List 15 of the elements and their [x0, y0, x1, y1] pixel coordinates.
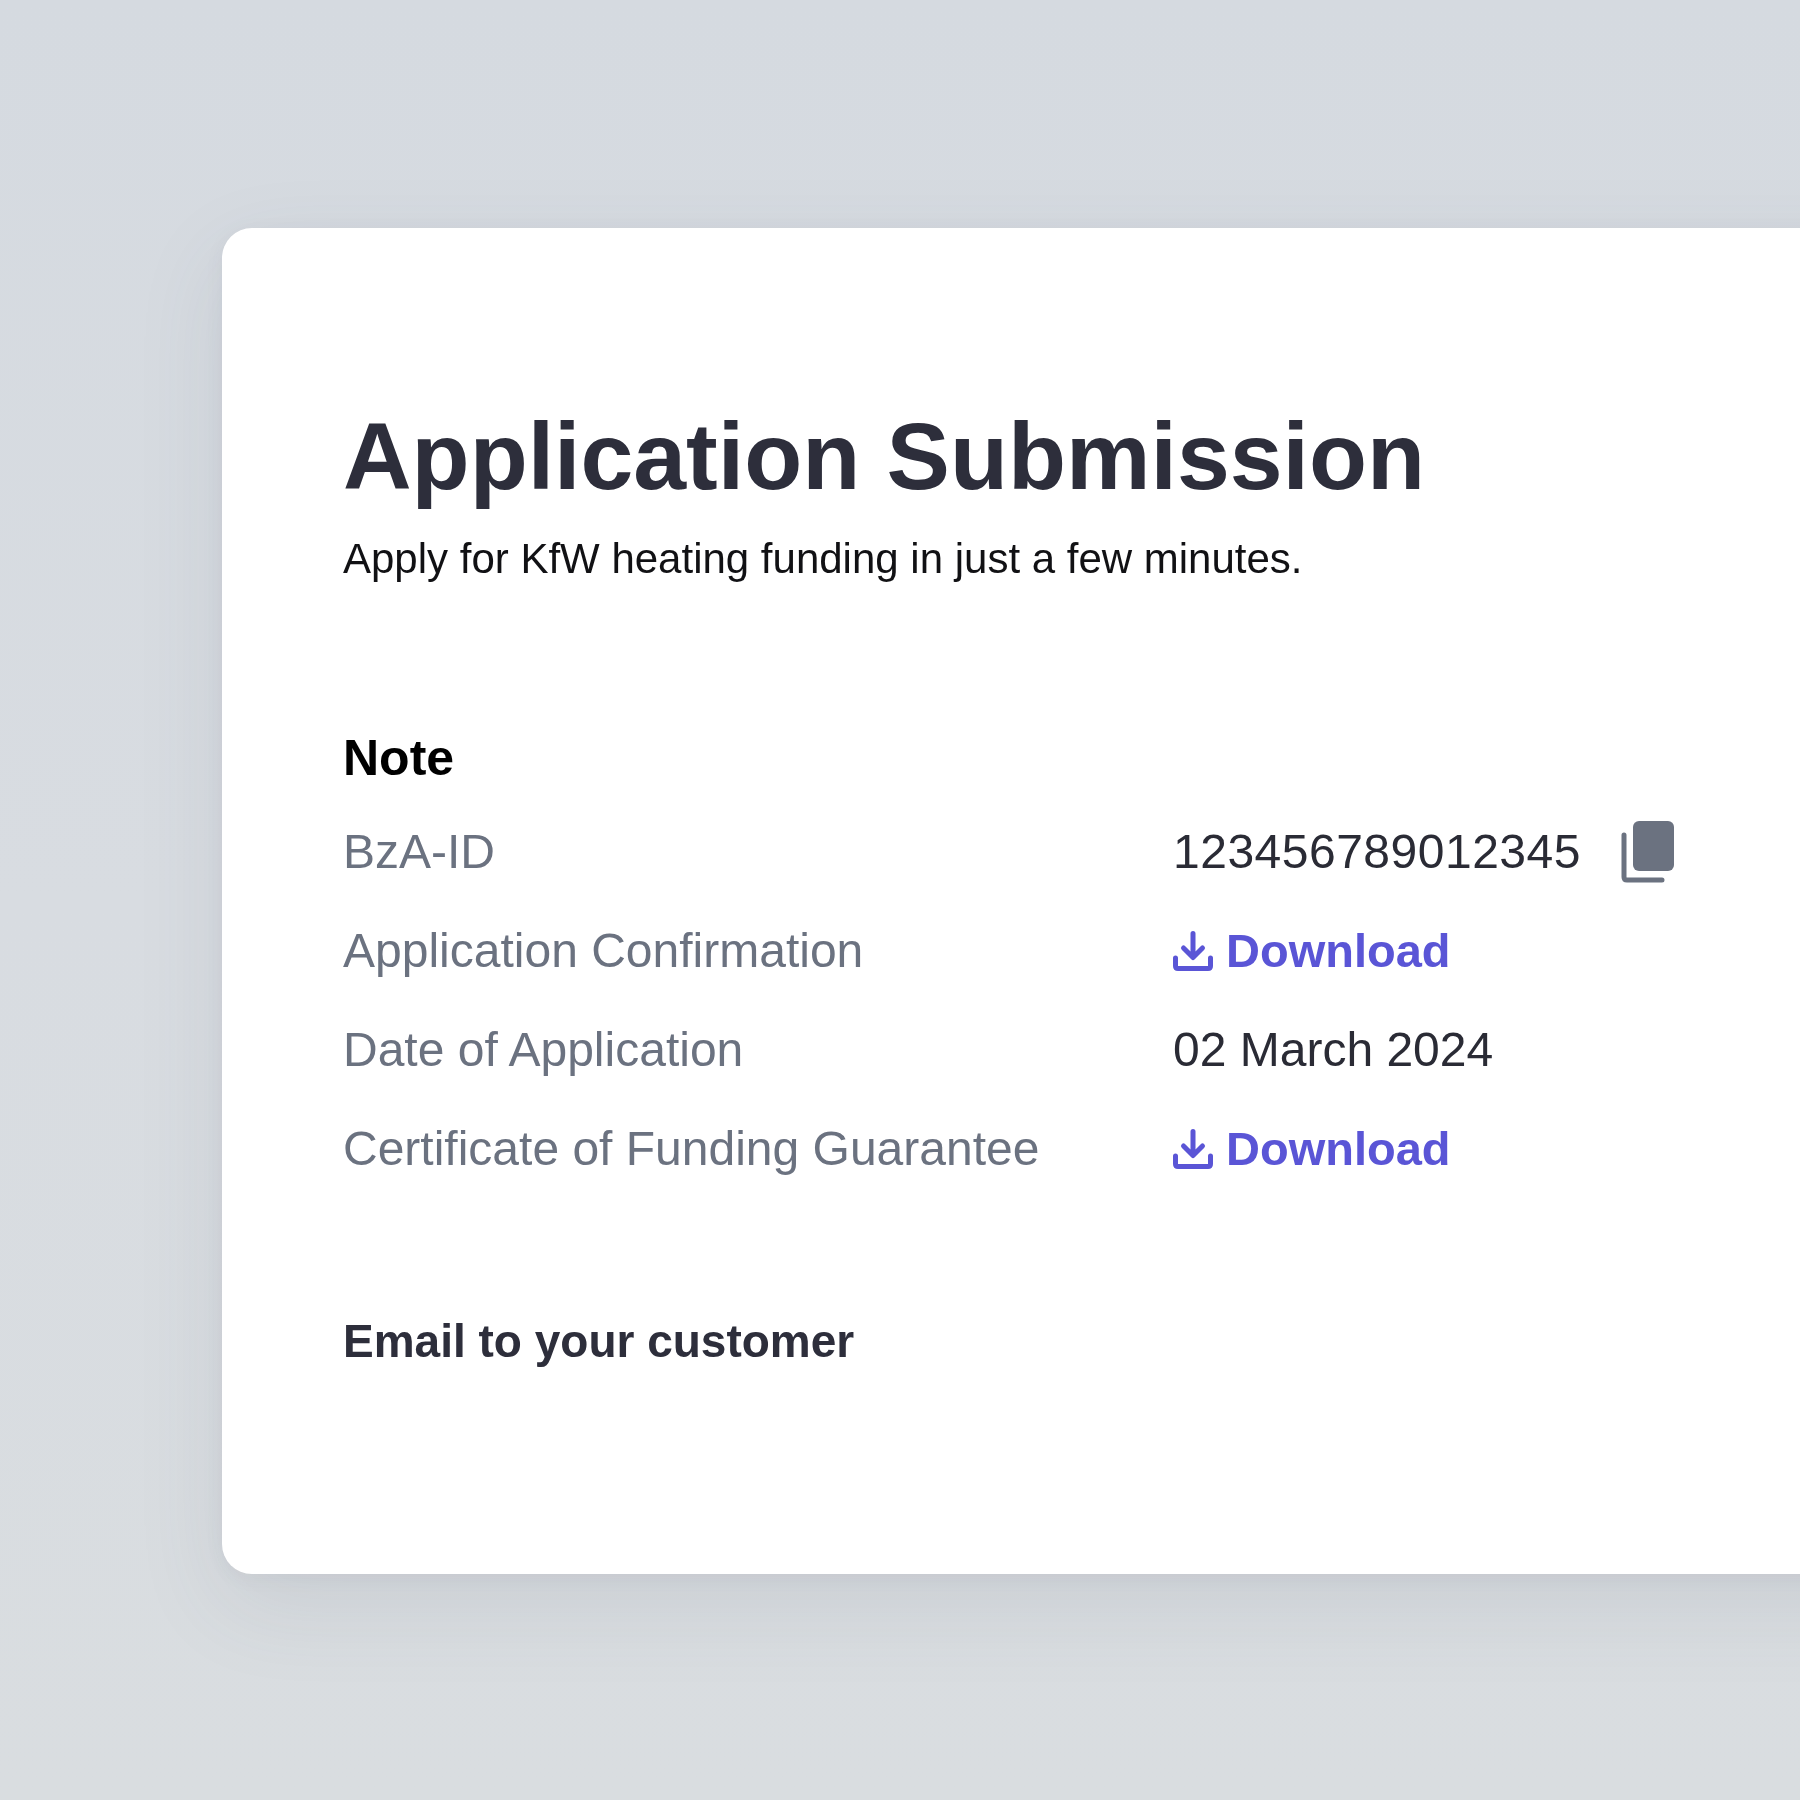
copy-icon[interactable]: [1620, 820, 1674, 883]
field-label: Application Confirmation: [343, 923, 864, 980]
download-link[interactable]: Download: [1173, 1120, 1451, 1178]
id-value: 123456789012345: [1173, 824, 1581, 881]
field-value: 02 March 2024: [1173, 1022, 1494, 1079]
field-label: Certificate of Funding Guarantee: [343, 1121, 1040, 1178]
download-link[interactable]: Download: [1173, 922, 1451, 980]
page-subtitle: Apply for KfW heating funding in just a few minutes.: [343, 534, 1303, 585]
download-icon: [1173, 1128, 1213, 1169]
section-heading: Email to your customer: [343, 1313, 855, 1369]
field-label: BzA-ID: [343, 824, 495, 881]
page-title: Application Submission: [343, 402, 1426, 511]
field-label: Date of Application: [343, 1022, 744, 1079]
section-heading: Note: [343, 728, 455, 788]
download-icon: [1173, 930, 1213, 971]
